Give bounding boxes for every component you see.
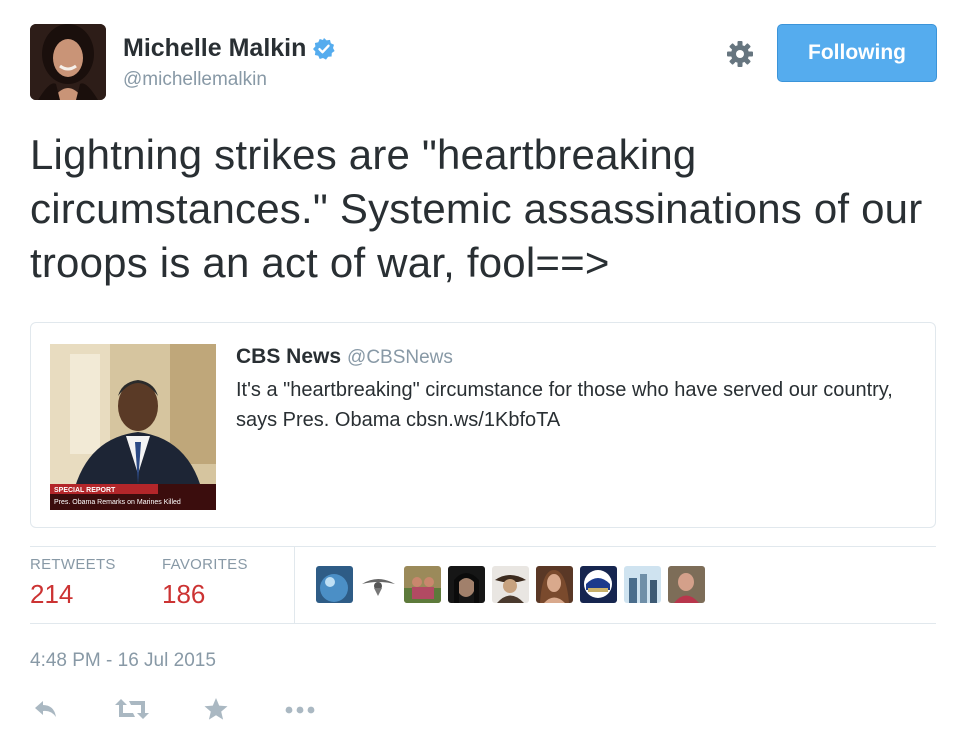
gear-icon[interactable] xyxy=(724,38,756,70)
favorites-count: 186 xyxy=(162,579,206,609)
favoriter-avatar[interactable] xyxy=(580,566,617,603)
quoted-tweet-image: SPECIAL REPORT Pres. Obama Remarks on Ma… xyxy=(50,344,216,510)
following-button[interactable]: Following xyxy=(777,24,937,82)
favoriter-avatar[interactable] xyxy=(316,566,353,603)
author-avatar[interactable] xyxy=(30,24,106,100)
stats-separator xyxy=(294,546,295,623)
divider-top xyxy=(30,546,936,547)
favoriter-avatar[interactable] xyxy=(536,566,573,603)
favoriter-avatar[interactable] xyxy=(448,566,485,603)
retweets-stat[interactable]: RETWEETS 214 xyxy=(30,556,116,610)
tweet-text: Lightning strikes are "heartbreaking cir… xyxy=(30,131,923,286)
quoted-tweet-card[interactable]: SPECIAL REPORT Pres. Obama Remarks on Ma… xyxy=(30,322,936,528)
retweets-count: 214 xyxy=(30,579,74,609)
quoted-author-name[interactable]: CBS News xyxy=(236,345,341,368)
quoted-tweet-text: It's a "heartbreaking" circumstance for … xyxy=(236,379,893,431)
favoriter-avatar[interactable] xyxy=(492,566,529,603)
favoriter-avatar[interactable] xyxy=(668,566,705,603)
author-display-name[interactable]: Michelle Malkin xyxy=(123,34,306,63)
retweets-label: RETWEETS xyxy=(30,556,116,573)
favoriter-avatar[interactable] xyxy=(404,566,441,603)
tweet-timestamp[interactable]: 4:48 PM - 16 Jul 2015 xyxy=(30,650,216,672)
favoriter-avatar[interactable] xyxy=(360,566,397,603)
favorites-label: FAVORITES xyxy=(162,556,248,573)
author-handle[interactable]: @michellemalkin xyxy=(123,69,336,91)
favorite-icon[interactable] xyxy=(203,697,229,726)
favorites-stat[interactable]: FAVORITES 186 xyxy=(162,556,248,610)
more-icon[interactable] xyxy=(284,697,316,726)
favoriter-avatar[interactable] xyxy=(624,566,661,603)
divider-bottom xyxy=(30,623,936,624)
image-caption-top: SPECIAL REPORT xyxy=(54,487,116,494)
favoriters-list xyxy=(316,566,705,603)
verified-badge-icon xyxy=(312,37,336,61)
quoted-author-handle[interactable]: @CBSNews xyxy=(347,347,453,368)
retweet-icon[interactable] xyxy=(115,697,149,726)
image-caption-bottom: Pres. Obama Remarks on Marines Killed xyxy=(54,499,181,506)
quoted-tweet-header: CBS News @CBSNews xyxy=(236,345,453,369)
reply-icon[interactable] xyxy=(33,697,59,726)
author-info: Michelle Malkin @michellemalkin xyxy=(123,34,336,91)
